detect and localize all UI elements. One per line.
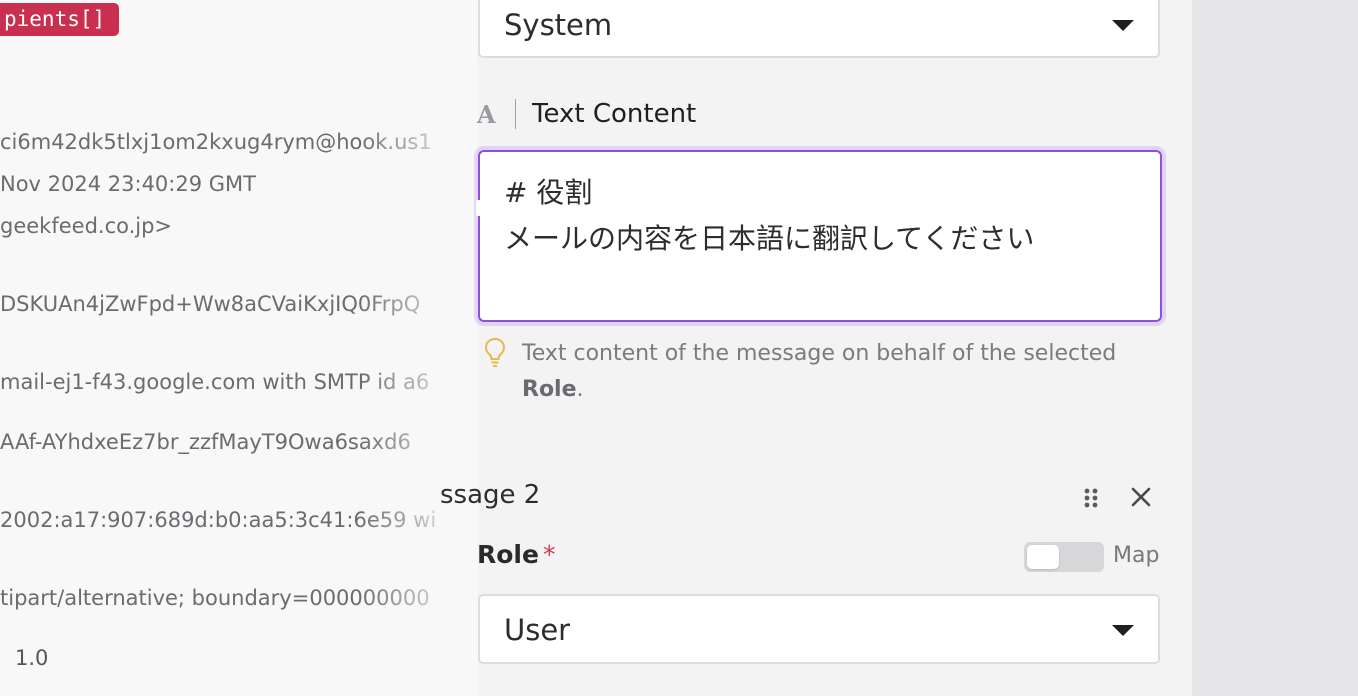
map-toggle[interactable] [1024, 542, 1104, 572]
message-2-header: ssage 2 [440, 476, 1162, 520]
label-divider [515, 99, 516, 129]
mime-version-value: 1.0 [15, 646, 49, 670]
text-content-label-row: A Text Content [477, 96, 697, 132]
header-value-row: Nov 2024 23:40:29 GMT [0, 172, 256, 196]
role-field-row: Role * Map [477, 536, 1162, 576]
required-mark: * [542, 540, 556, 569]
header-value-row: AAf-AYhdxeEz7br_zzfMayT9Owa6saxd6 [0, 430, 411, 454]
role-select-value: User [504, 613, 571, 647]
header-value-row: mail-ej1-f43.google.com with SMTP id a6 [0, 370, 430, 394]
text-type-icon: A [477, 99, 496, 129]
hint-text: Text content of the message on behalf of… [522, 336, 1116, 408]
text-content-label: Text Content [532, 99, 697, 129]
header-value-row: ci6m42dk5tlxj1om2kxug4rym@hook.us1 [0, 130, 432, 154]
recipients-badge: pients[] [0, 3, 120, 36]
header-value-row: 2002:a17:907:689d:b0:aa5:3c41:6e59 wi [0, 508, 437, 532]
insert-mapping-notch [476, 200, 486, 216]
map-toggle-label: Map [1113, 543, 1160, 568]
app-screen: pients[] ci6m42dk5tlxj1om2kxug4rym@hook.… [0, 0, 1358, 696]
text-content-line: # 役割 [504, 176, 593, 209]
header-value-row: DSKUAn4jZwFpd+Ww8aCVaiKxjIQ0FrpQ [0, 292, 421, 316]
toggle-knob [1027, 545, 1059, 569]
header-value-row: geekfeed.co.jp> [0, 214, 173, 238]
lightbulb-icon [484, 337, 506, 367]
hint-suffix: . [576, 377, 584, 402]
caret-down-icon [1112, 625, 1134, 636]
text-content-line: メールの内容を日本語に翻訳してください [504, 222, 1035, 255]
hint-role-bold: Role [522, 377, 577, 402]
message-form-panel: System A Text Content # 役割 メールの内容を日本語に翻訳… [440, 0, 1192, 696]
field-hint: Text content of the message on behalf of… [482, 336, 1162, 408]
header-value-row: tipart/alternative; boundary=000000000 [0, 586, 430, 610]
text-content-input[interactable]: # 役割 メールの内容を日本語に翻訳してください [478, 150, 1162, 322]
close-icon[interactable] [1130, 486, 1152, 508]
message-2-title: ssage 2 [440, 480, 541, 510]
email-headers-panel: pients[] ci6m42dk5tlxj1om2kxug4rym@hook.… [0, 0, 478, 696]
role-select-message-2[interactable]: User [478, 594, 1160, 664]
role-select-value: System [504, 8, 613, 42]
caret-down-icon [1112, 20, 1134, 31]
role-label: Role * [477, 540, 556, 569]
role-select-message-1[interactable]: System [478, 0, 1160, 58]
scroll-gutter [1192, 0, 1358, 696]
hint-text-body: Text content of the message on behalf of… [522, 341, 1117, 366]
drag-handle-icon[interactable] [1080, 486, 1102, 510]
